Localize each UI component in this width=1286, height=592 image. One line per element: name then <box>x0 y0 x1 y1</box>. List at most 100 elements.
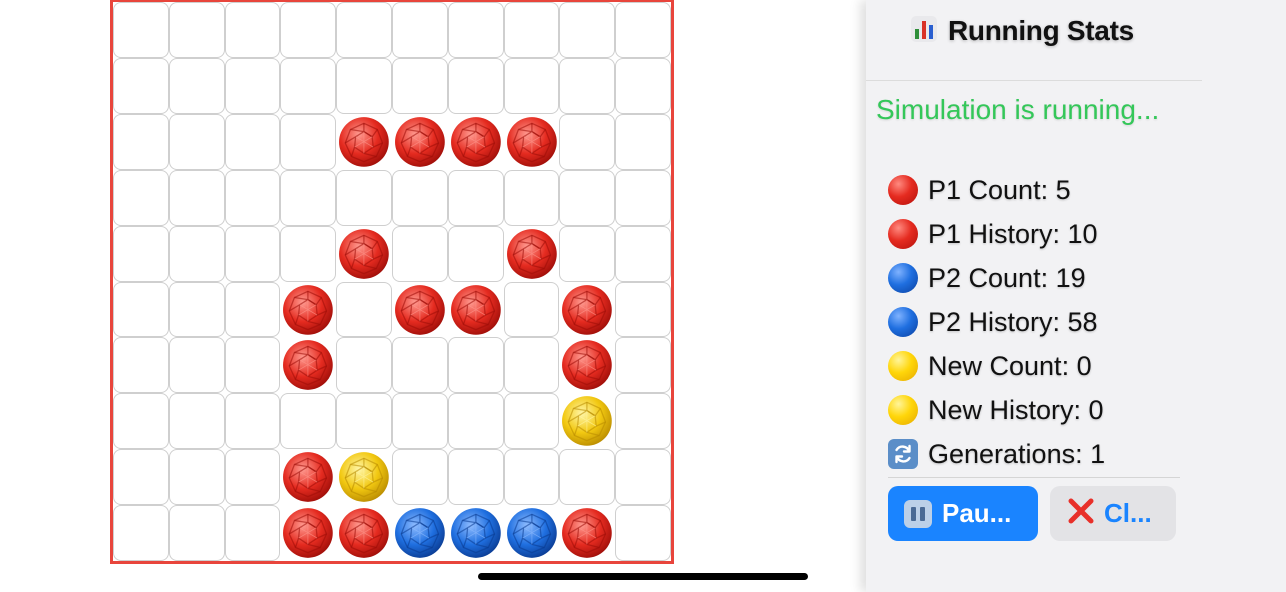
board-cell[interactable] <box>336 505 392 561</box>
board-cell[interactable] <box>224 169 281 226</box>
board-cell[interactable] <box>448 505 504 561</box>
board-cell[interactable] <box>447 449 504 506</box>
board-cell[interactable] <box>224 393 281 450</box>
board-cell[interactable] <box>280 393 337 450</box>
board-cell[interactable] <box>224 57 281 114</box>
board-cell[interactable] <box>336 393 392 450</box>
pause-button[interactable]: Pau... <box>888 486 1038 541</box>
board-cell[interactable] <box>391 337 448 394</box>
board-cell[interactable] <box>559 337 615 393</box>
board-cell[interactable] <box>447 57 504 114</box>
board-cell[interactable] <box>559 57 616 114</box>
board-cell[interactable] <box>391 169 448 226</box>
board-cell[interactable] <box>503 393 560 450</box>
board-cell[interactable] <box>168 169 225 226</box>
board-cell[interactable] <box>336 281 392 338</box>
board-cell[interactable] <box>447 169 504 226</box>
board-cell[interactable] <box>504 226 560 282</box>
board-cell[interactable] <box>336 57 392 114</box>
board-cell[interactable] <box>559 393 615 449</box>
board-cell[interactable] <box>503 449 560 506</box>
board-cell[interactable] <box>280 113 337 170</box>
board-cell[interactable] <box>391 225 448 282</box>
board-cell[interactable] <box>168 393 225 450</box>
board-cell[interactable] <box>224 225 281 282</box>
board-cell[interactable] <box>391 449 448 506</box>
board-cell[interactable] <box>280 282 336 338</box>
board-cell[interactable] <box>113 505 169 561</box>
board-cell[interactable] <box>503 281 560 338</box>
board-cell[interactable] <box>168 337 225 394</box>
board-cell[interactable] <box>168 449 225 506</box>
board-cell[interactable] <box>391 393 448 450</box>
board-cell[interactable] <box>168 225 225 282</box>
board-cell[interactable] <box>113 393 169 450</box>
board-cell[interactable] <box>224 2 281 58</box>
board-cell[interactable] <box>113 2 169 58</box>
board-cell[interactable] <box>224 113 281 170</box>
board-cell[interactable] <box>559 169 616 226</box>
board-cell[interactable] <box>615 337 671 394</box>
board-cell[interactable] <box>113 449 169 506</box>
board-cell[interactable] <box>559 282 615 338</box>
board-cell[interactable] <box>224 449 281 506</box>
board-cell[interactable] <box>391 57 448 114</box>
board-cell[interactable] <box>280 2 337 58</box>
board-cell[interactable] <box>615 225 671 282</box>
board-cell[interactable] <box>615 393 671 450</box>
board-cell[interactable] <box>615 57 671 114</box>
board-cell[interactable] <box>559 2 616 58</box>
board-cell[interactable] <box>168 2 225 58</box>
board-cell[interactable] <box>113 169 169 226</box>
board-cell[interactable] <box>392 114 448 170</box>
board-cell[interactable] <box>503 337 560 394</box>
board-cell[interactable] <box>280 505 336 561</box>
board-cell[interactable] <box>391 2 448 58</box>
board-cell[interactable] <box>448 282 504 338</box>
board-cell[interactable] <box>559 113 616 170</box>
board-cell[interactable] <box>224 337 281 394</box>
board-cell[interactable] <box>615 113 671 170</box>
board-cell[interactable] <box>113 57 169 114</box>
board-cell[interactable] <box>168 281 225 338</box>
board-cell[interactable] <box>615 169 671 226</box>
clear-button[interactable]: Cl... <box>1050 486 1176 541</box>
board-cell[interactable] <box>392 505 448 561</box>
board-cell[interactable] <box>336 337 392 394</box>
board-cell[interactable] <box>447 337 504 394</box>
board-cell[interactable] <box>224 505 281 561</box>
board-cell[interactable] <box>113 113 169 170</box>
board-cell[interactable] <box>559 225 616 282</box>
board-cell[interactable] <box>615 505 671 561</box>
board-cell[interactable] <box>280 449 336 505</box>
board-cell[interactable] <box>615 2 671 58</box>
board-cell[interactable] <box>280 337 336 393</box>
board-cell[interactable] <box>280 169 337 226</box>
board-cell[interactable] <box>559 449 616 506</box>
board-cell[interactable] <box>336 169 392 226</box>
board-cell[interactable] <box>336 114 392 170</box>
board-cell[interactable] <box>447 2 504 58</box>
board-cell[interactable] <box>224 281 281 338</box>
game-board[interactable] <box>110 0 674 564</box>
board-cell[interactable] <box>113 225 169 282</box>
board-cell[interactable] <box>503 2 560 58</box>
board-cell[interactable] <box>503 169 560 226</box>
board-cell[interactable] <box>336 2 392 58</box>
board-cell[interactable] <box>336 449 392 505</box>
board-cell[interactable] <box>336 226 392 282</box>
board-cell[interactable] <box>113 337 169 394</box>
board-cell[interactable] <box>168 113 225 170</box>
board-cell[interactable] <box>113 281 169 338</box>
board-cell[interactable] <box>447 225 504 282</box>
board-cell[interactable] <box>559 505 615 561</box>
board-cell[interactable] <box>280 57 337 114</box>
board-cell[interactable] <box>503 57 560 114</box>
board-cell[interactable] <box>392 282 448 338</box>
board-cell[interactable] <box>615 449 671 506</box>
board-cell[interactable] <box>504 505 560 561</box>
board-cell[interactable] <box>615 281 671 338</box>
board-cell[interactable] <box>504 114 560 170</box>
board-cell[interactable] <box>448 114 504 170</box>
board-cell[interactable] <box>168 505 225 561</box>
